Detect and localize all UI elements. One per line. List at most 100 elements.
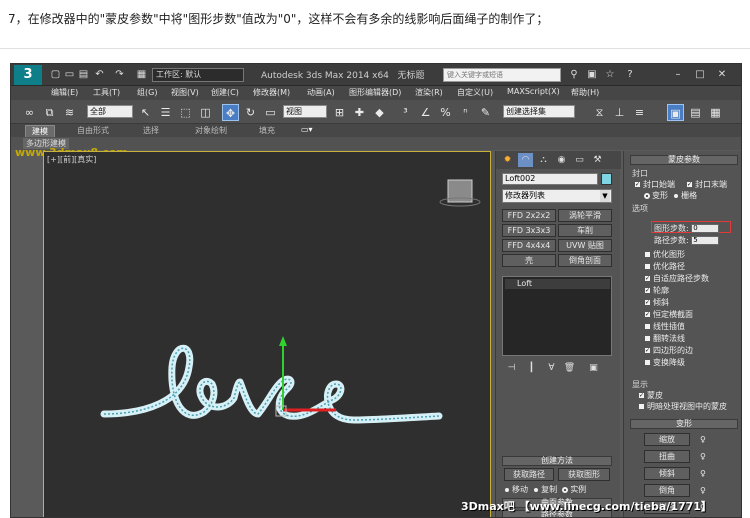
align-icon[interactable]: ⊥ [611, 104, 628, 121]
menu-graph-editors[interactable]: 图形编辑器(D) [349, 87, 401, 98]
remove-modifier-icon[interactable]: 🗑 [562, 361, 577, 375]
display-skin-checkbox[interactable]: ✓ [638, 392, 645, 399]
deformation-header[interactable]: 变形 [630, 419, 738, 429]
menu-help[interactable]: 帮助(H) [571, 87, 599, 98]
stack-item-loft[interactable]: Loft [505, 279, 610, 289]
get-path-button[interactable]: 获取路径 [504, 468, 554, 481]
undo-icon[interactable]: ↶ [93, 68, 106, 81]
select-scale-icon[interactable]: ▭ [262, 104, 279, 121]
modifier-list-dropdown[interactable]: 修改器列表 ▼ [502, 189, 612, 203]
copy-radio[interactable] [533, 486, 540, 493]
communication-icon[interactable]: ☆ [603, 68, 617, 82]
skin-option-checkbox[interactable] [644, 263, 651, 270]
window-crossing-icon[interactable]: ◫ [197, 104, 214, 121]
motion-panel-icon[interactable]: ◉ [554, 153, 569, 167]
pin-stack-icon[interactable]: ⊣ [504, 361, 519, 375]
pivot-center-icon[interactable]: ⊞ [331, 104, 348, 121]
redo-icon[interactable]: ↷ [113, 68, 126, 81]
uvw-map-button[interactable]: UVW 贴图 [558, 239, 612, 252]
show-end-result-icon[interactable]: ┃ [524, 361, 539, 375]
menu-rendering[interactable]: 渲染(R) [415, 87, 443, 98]
new-file-icon[interactable]: ▢ [49, 68, 62, 81]
cap-end-checkbox[interactable]: ✓ [686, 181, 693, 188]
percent-snap-icon[interactable]: % [437, 104, 454, 121]
menu-maxscript[interactable]: MAXScript(X) [507, 87, 560, 96]
deform-teeter-toggle-icon[interactable]: ♀ [700, 469, 706, 478]
named-selection-dropdown[interactable]: 创建选择集 [503, 105, 575, 118]
deform-bevel-button[interactable]: 倒角 [644, 484, 690, 497]
turbosmooth-button[interactable]: 涡轮平滑 [558, 209, 612, 222]
deform-bevel-toggle-icon[interactable]: ♀ [700, 486, 706, 495]
deform-scale-toggle-icon[interactable]: ♀ [700, 435, 706, 444]
select-manipulate-icon[interactable]: ✚ [351, 104, 368, 121]
render-production-icon[interactable]: ▦ [707, 104, 724, 121]
skin-params-header[interactable]: 蒙皮参数 [630, 155, 738, 165]
keyboard-shortcut-icon[interactable]: ◆ [371, 104, 388, 121]
close-icon[interactable]: ✕ [715, 68, 729, 82]
maximize-icon[interactable]: □ [693, 68, 707, 82]
skin-option-checkbox[interactable] [644, 335, 651, 342]
save-icon[interactable]: ▤ [77, 68, 90, 81]
help-icon[interactable]: ? [623, 68, 637, 82]
search-input[interactable]: 键入关键字或短语 [443, 68, 561, 82]
morph-radio[interactable] [644, 192, 650, 199]
shape-steps-spinner[interactable]: 0 [691, 224, 720, 233]
modify-panel-icon[interactable]: ◠ [518, 153, 533, 167]
tab-populate[interactable]: 填充 [253, 125, 281, 136]
unlink-icon[interactable]: ⧉ [41, 104, 58, 121]
skin-option-checkbox[interactable]: ✓ [644, 287, 651, 294]
reference-coord-dropdown[interactable]: 视图 [283, 105, 327, 118]
utilities-panel-icon[interactable]: ⚒ [590, 153, 605, 167]
ffd3-button[interactable]: FFD 3x3x3 [502, 224, 556, 237]
rect-selection-icon[interactable]: ⬚ [177, 104, 194, 121]
bind-spacewarp-icon[interactable]: ≋ [61, 104, 78, 121]
select-by-name-icon[interactable]: ☰ [157, 104, 174, 121]
skin-option-checkbox[interactable] [644, 359, 651, 366]
app-logo[interactable]: 3 [14, 65, 42, 85]
menu-create[interactable]: 创建(C) [211, 87, 239, 98]
named-selection-icon[interactable]: ✎ [477, 104, 494, 121]
layer-manager-icon[interactable]: ≡ [631, 104, 648, 121]
tab-freeform[interactable]: 自由形式 [71, 125, 115, 136]
subscription-icon[interactable]: ▣ [585, 68, 599, 82]
tab-selection[interactable]: 选择 [137, 125, 165, 136]
skin-option-checkbox[interactable]: ✓ [644, 347, 651, 354]
select-object-icon[interactable]: ↖ [137, 104, 154, 121]
object-name-field[interactable]: Loft002 [502, 173, 598, 185]
grid-radio[interactable] [673, 192, 680, 199]
skin-option-checkbox[interactable] [644, 323, 651, 330]
project-folder-icon[interactable]: ▦ [135, 68, 148, 81]
select-move-icon[interactable]: ✥ [222, 104, 239, 121]
menu-views[interactable]: 视图(V) [171, 87, 199, 98]
bevel-profile-button[interactable]: 倒角剖面 [558, 254, 612, 267]
mirror-icon[interactable]: ⧖ [591, 104, 608, 121]
deform-scale-button[interactable]: 缩放 [644, 433, 690, 446]
menu-customize[interactable]: 自定义(U) [457, 87, 493, 98]
configure-sets-icon[interactable]: ▣ [586, 361, 601, 375]
ffd2-button[interactable]: FFD 2x2x2 [502, 209, 556, 222]
skin-option-checkbox[interactable]: ✓ [644, 311, 651, 318]
shell-button[interactable]: 壳 [502, 254, 556, 267]
skin-option-checkbox[interactable] [644, 251, 651, 258]
display-shaded-checkbox[interactable] [638, 403, 645, 410]
hierarchy-panel-icon[interactable]: ⛬ [536, 153, 551, 167]
rendered-frame-icon[interactable]: ▤ [687, 104, 704, 121]
ffd4-button[interactable]: FFD 4x4x4 [502, 239, 556, 252]
spinner-snap-icon[interactable]: ⁿ [457, 104, 474, 121]
creation-method-header[interactable]: 创建方法 [502, 456, 612, 466]
open-file-icon[interactable]: ▭ [63, 68, 76, 81]
viewport-front[interactable]: [+][前][真实] [43, 151, 491, 517]
workspace-dropdown[interactable]: 工作区: 默认 [152, 68, 244, 82]
render-setup-icon[interactable]: ▣ [667, 104, 684, 121]
snap-toggle-icon[interactable]: ³ [397, 104, 414, 121]
skin-option-checkbox[interactable]: ✓ [644, 299, 651, 306]
tab-object-paint[interactable]: 对象绘制 [189, 125, 233, 136]
deform-twist-button[interactable]: 扭曲 [644, 450, 690, 463]
object-color-swatch[interactable] [601, 173, 612, 185]
move-radio[interactable] [504, 486, 510, 493]
menu-tools[interactable]: 工具(T) [93, 87, 120, 98]
create-panel-icon[interactable]: ✹ [500, 153, 515, 167]
deform-teeter-button[interactable]: 倾斜 [644, 467, 690, 480]
display-panel-icon[interactable]: ▭ [572, 153, 587, 167]
selection-filter-dropdown[interactable]: 全部 [87, 105, 133, 118]
